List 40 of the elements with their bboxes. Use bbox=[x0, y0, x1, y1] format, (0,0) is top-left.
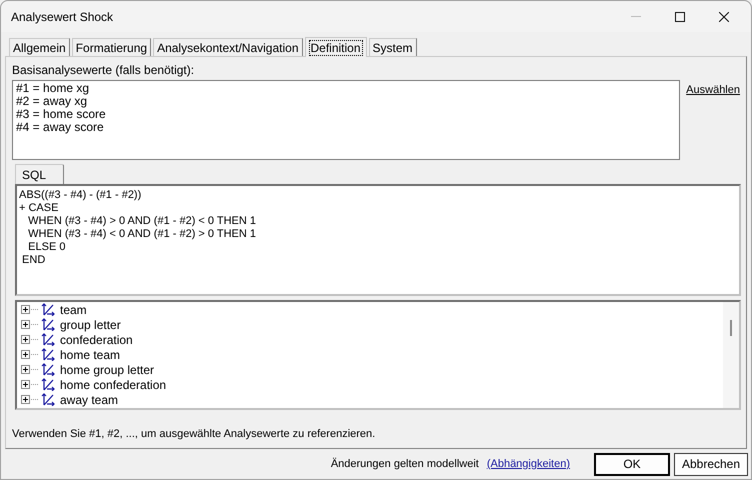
tree-item[interactable]: home team bbox=[60, 348, 120, 362]
window-title: Analysewert Shock bbox=[11, 8, 114, 26]
tree-item[interactable]: confederation bbox=[60, 332, 133, 346]
tree-item[interactable]: home confederation bbox=[60, 378, 166, 392]
cancel-button[interactable]: Abbrechen bbox=[674, 452, 748, 476]
field-label: Basisanalysewerte (falls benötigt): bbox=[12, 62, 196, 78]
expand-icon[interactable] bbox=[21, 320, 39, 329]
scope-note: Änderungen gelten modellweit bbox=[330, 456, 479, 472]
ok-button[interactable]: OK bbox=[594, 452, 670, 476]
expand-icon[interactable] bbox=[21, 365, 39, 374]
arrows-icon bbox=[41, 348, 55, 361]
arrows-icon bbox=[41, 318, 55, 331]
scrollbar[interactable] bbox=[723, 302, 739, 408]
tab[interactable]: System bbox=[368, 38, 417, 56]
tab[interactable]: Definition bbox=[304, 37, 367, 57]
tree-item[interactable]: team bbox=[60, 302, 87, 316]
expand-icon[interactable] bbox=[21, 335, 39, 344]
arrows-icon bbox=[41, 378, 55, 391]
arrows-icon bbox=[41, 303, 55, 316]
hint-text: Verwenden Sie #1, #2, ..., um ausgewählte Analysewerte zu referenzieren. bbox=[12, 427, 376, 442]
close-icon[interactable] bbox=[719, 12, 729, 22]
tab[interactable]: SQL bbox=[15, 164, 64, 184]
select-link[interactable]: Auswählen bbox=[686, 82, 740, 160]
tab[interactable]: Analysekontext/Navigation bbox=[153, 38, 302, 56]
expand-icon[interactable] bbox=[21, 305, 39, 314]
tree-item[interactable]: group letter bbox=[60, 318, 121, 332]
tree-item[interactable]: away team bbox=[60, 392, 118, 406]
arrows-icon bbox=[41, 333, 55, 346]
base-values-field[interactable]: #1 = home xg #2 = away xg #3 = home score #4 = away score bbox=[12, 80, 680, 160]
expand-icon[interactable] bbox=[21, 350, 39, 359]
maximize-icon[interactable] bbox=[675, 12, 685, 22]
arrows-icon bbox=[41, 363, 55, 376]
dependencies-link[interactable]: (Abhängigkeiten) bbox=[486, 456, 570, 472]
expand-icon[interactable] bbox=[21, 395, 39, 404]
expand-icon[interactable] bbox=[21, 380, 39, 389]
sql-editor[interactable]: ABS((#3 - #4) - (#1 - #2)) + CASE WHEN (#3 - #4) > 0 AND (#1 - #2) < 0 THEN 1 WHEN (#3 - #4) < 0 AND (#1 - #2) > 0 THEN 1 ELSE 0 END bbox=[15, 184, 741, 296]
tab[interactable]: Formatierung bbox=[72, 38, 152, 56]
tab[interactable]: Allgemein bbox=[9, 38, 70, 56]
arrows-icon bbox=[41, 393, 55, 406]
tree-item[interactable]: home group letter bbox=[60, 362, 154, 376]
